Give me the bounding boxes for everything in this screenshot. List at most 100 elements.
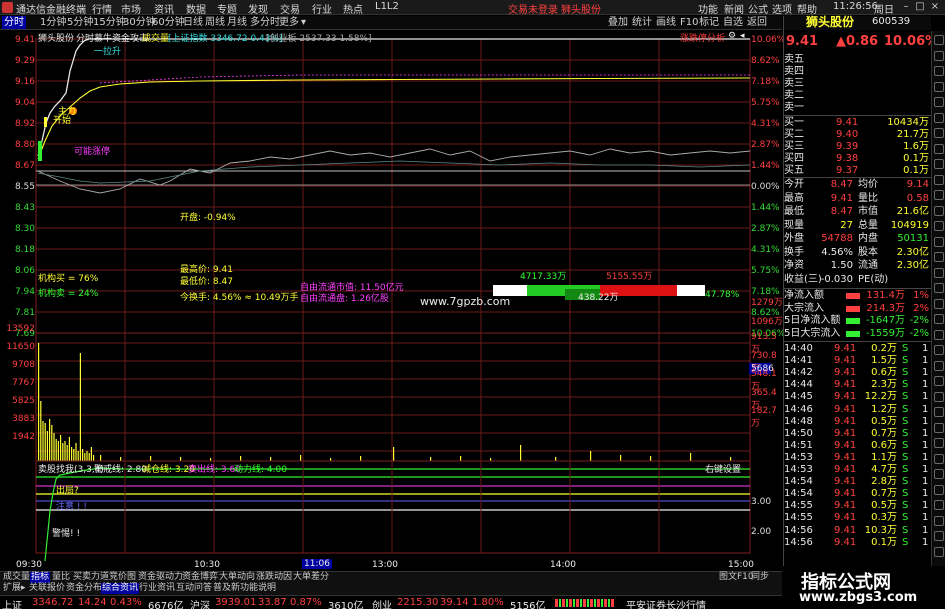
- side-tool-icon[interactable]: [934, 143, 944, 154]
- bid-row[interactable]: 买五 9.37 0.1万: [784, 165, 931, 177]
- tab-1min[interactable]: 1分钟: [38, 16, 68, 29]
- side-tool-icon[interactable]: [934, 484, 944, 495]
- close-icon[interactable]: ×: [929, 1, 941, 13]
- menu-formula[interactable]: 公式: [748, 1, 768, 16]
- tab-cause[interactable]: 涨跌动因: [255, 572, 293, 583]
- side-tool-icon[interactable]: [934, 438, 944, 448]
- tab-big-diff[interactable]: 大单差分: [292, 572, 330, 583]
- side-tool-icon[interactable]: [934, 128, 944, 138]
- side-tool-icon[interactable]: [934, 469, 944, 479]
- ask-row[interactable]: 卖五: [784, 54, 931, 66]
- tab-vol-ratio[interactable]: 量比: [51, 572, 71, 583]
- menu-item[interactable]: 资讯: [154, 1, 174, 16]
- side-tool-icon[interactable]: [934, 453, 944, 464]
- side-tool-icon[interactable]: [934, 283, 944, 293]
- tab-fund-dist[interactable]: 资金分布: [65, 583, 103, 594]
- collapse-icon[interactable]: ◂: [740, 31, 745, 41]
- indicator-settings[interactable]: 右键设置: [705, 462, 741, 475]
- minimize-icon[interactable]: –: [900, 1, 912, 13]
- tab-industry-news[interactable]: 行业资讯: [138, 583, 176, 594]
- tool-overlay[interactable]: 叠加: [606, 16, 630, 29]
- ask-row[interactable]: 卖二: [784, 90, 931, 102]
- side-tool-icon[interactable]: [934, 221, 944, 231]
- tab-week[interactable]: 周线: [203, 16, 227, 29]
- chevron-down-icon[interactable]: ▾: [299, 16, 308, 29]
- tab-big-order[interactable]: 大单动向: [218, 572, 256, 583]
- menu-item[interactable]: 市场: [121, 1, 141, 16]
- tab-new-features[interactable]: 普及新功能说明: [212, 583, 277, 594]
- side-tool-icon[interactable]: [934, 407, 944, 417]
- ask-row[interactable]: 卖一: [784, 102, 931, 114]
- tab-volume[interactable]: 成交量: [2, 572, 31, 583]
- tool-draw[interactable]: 画线: [654, 16, 678, 29]
- tab-fenshi[interactable]: 分时: [2, 16, 26, 29]
- side-tool-icon[interactable]: [934, 422, 944, 433]
- tab-buy-sell[interactable]: 买卖力道: [72, 572, 110, 583]
- menu-item[interactable]: 数据: [186, 1, 206, 16]
- gear-icon[interactable]: ⚙: [728, 31, 736, 41]
- side-tool-icon[interactable]: [934, 391, 944, 402]
- tab-related-quote[interactable]: 关联报价: [28, 583, 66, 594]
- menu-news[interactable]: 新闻: [724, 1, 744, 16]
- menu-item[interactable]: 行情: [92, 1, 112, 16]
- menu-item[interactable]: 行业: [312, 1, 332, 16]
- tab-indicator[interactable]: 指标: [30, 572, 51, 583]
- side-tool-icon[interactable]: [934, 35, 944, 45]
- side-tool-icon[interactable]: [934, 345, 944, 355]
- side-tool-icon[interactable]: [934, 159, 944, 169]
- tab-expand[interactable]: 扩展▸: [2, 583, 27, 594]
- side-tool-icon[interactable]: [934, 267, 944, 278]
- tab-fund-game[interactable]: 资金博弈: [181, 572, 219, 583]
- tool-stats[interactable]: 统计: [630, 16, 654, 29]
- side-tool-icon[interactable]: [934, 66, 944, 76]
- menu-item[interactable]: 专题: [217, 1, 237, 16]
- tab-qa[interactable]: 互动问答: [175, 583, 213, 594]
- tool-back[interactable]: 返回: [745, 16, 769, 29]
- side-tool-icon[interactable]: [934, 298, 944, 309]
- intraday-chart[interactable]: 狮头股份 分时 慕牛资金攻击 成交量 [上证指数 3346.72 0.43%] …: [0, 31, 785, 570]
- side-tool-icon[interactable]: [934, 546, 944, 557]
- side-tool-icon[interactable]: [934, 252, 944, 262]
- price-axis-label: 9.04: [14, 98, 35, 108]
- trade-login-link[interactable]: 交易未登录: [508, 1, 558, 16]
- side-tool-icon[interactable]: [934, 50, 944, 61]
- side-tool-icon[interactable]: [934, 500, 944, 510]
- tab-month[interactable]: 月线: [225, 16, 249, 29]
- side-tool-icon[interactable]: [934, 205, 944, 216]
- tab-day[interactable]: 日线: [181, 16, 205, 29]
- tab-general-news[interactable]: 综合资讯: [101, 583, 140, 594]
- bid-row[interactable]: 买四 9.38 0.1万: [784, 153, 931, 165]
- bid-row[interactable]: 买三 9.39 1.6万: [784, 141, 931, 153]
- menu-item[interactable]: 交易: [280, 1, 300, 16]
- side-tool-icon[interactable]: [934, 531, 944, 541]
- side-tool-icon[interactable]: [934, 112, 944, 123]
- menu-func[interactable]: 功能: [698, 1, 718, 16]
- maximize-icon[interactable]: □: [914, 1, 926, 13]
- ask-row[interactable]: 卖四: [784, 66, 931, 78]
- menu-help[interactable]: 帮助: [797, 1, 817, 16]
- side-tool-icon[interactable]: [934, 376, 944, 386]
- limit-analysis-link[interactable]: 涨跌停分析: [680, 31, 725, 44]
- menu-item[interactable]: 发现: [248, 1, 268, 16]
- side-tool-icon[interactable]: [934, 97, 944, 107]
- tab-more[interactable]: 更多: [277, 16, 301, 29]
- tab-fund-drive[interactable]: 资金驱动力: [137, 572, 184, 583]
- ask-row[interactable]: 卖三: [784, 78, 931, 90]
- menu-item[interactable]: 热点: [343, 1, 363, 16]
- menu-options[interactable]: 选项: [772, 1, 792, 16]
- tool-fav[interactable]: 自选: [721, 16, 745, 29]
- side-tool-icon[interactable]: [934, 190, 944, 200]
- bid-row[interactable]: 买二 9.40 21.7万: [784, 129, 931, 141]
- side-tool-icon[interactable]: [934, 314, 944, 324]
- tool-mark[interactable]: 标记: [697, 16, 721, 29]
- side-tool-icon[interactable]: [934, 81, 944, 92]
- sync-text[interactable]: 同步: [750, 572, 770, 583]
- side-tool-icon[interactable]: [934, 360, 944, 371]
- side-tool-icon[interactable]: [934, 174, 944, 185]
- bid-row[interactable]: 买一 9.41 10434万: [784, 117, 931, 129]
- side-tool-icon[interactable]: [934, 329, 944, 340]
- menu-item[interactable]: L1L2: [375, 1, 399, 12]
- side-tool-icon[interactable]: [934, 236, 944, 247]
- side-tool-icon[interactable]: [934, 515, 944, 526]
- tab-auction[interactable]: 竞价图: [108, 572, 137, 583]
